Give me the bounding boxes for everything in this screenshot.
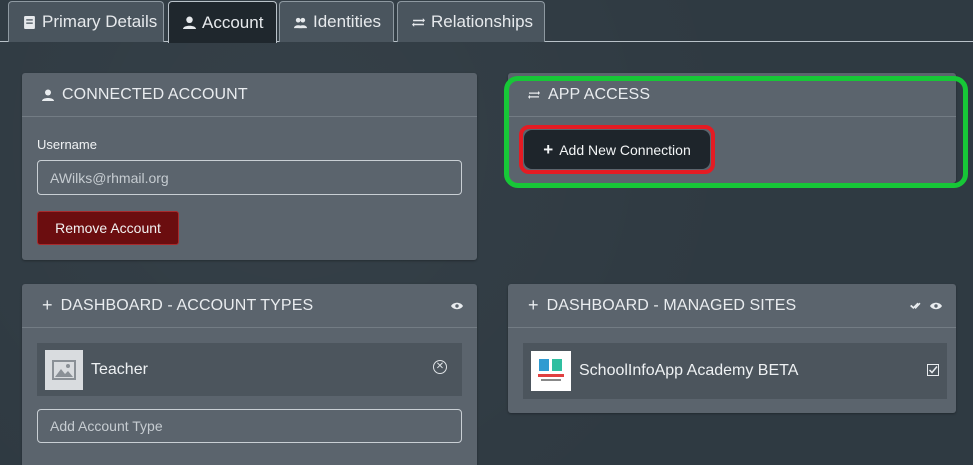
account-types-panel: + DASHBOARD - ACCOUNT TYPES Teacher ✕ Ad… — [22, 284, 477, 465]
panel-header: + DASHBOARD - ACCOUNT TYPES — [22, 284, 477, 328]
user-icon — [183, 16, 196, 29]
header-icons — [451, 300, 463, 312]
plus-icon: + — [543, 139, 554, 159]
managed-site-label: SchoolInfoApp Academy BETA — [579, 362, 799, 379]
username-label: Username — [37, 137, 97, 152]
tab-relationships[interactable]: Relationships — [397, 1, 545, 42]
add-new-connection-button[interactable]: + Add New Connection — [524, 130, 710, 169]
tab-primary-details[interactable]: Primary Details — [8, 1, 164, 42]
double-check-icon[interactable] — [910, 300, 922, 312]
managed-sites-panel: + DASHBOARD - MANAGED SITES SchoolInfoAp… — [508, 284, 956, 413]
school-logo-icon — [531, 351, 571, 391]
list-item: SchoolInfoApp Academy BETA — [523, 343, 947, 399]
eye-icon[interactable] — [930, 300, 942, 312]
remove-circle-icon[interactable]: ✕ — [433, 360, 447, 374]
connected-account-panel: CONNECTED ACCOUNT Username AWilks@rhmail… — [22, 73, 477, 260]
panel-title: DASHBOARD - ACCOUNT TYPES — [60, 296, 314, 314]
add-account-type-input[interactable]: Add Account Type — [37, 409, 462, 443]
eye-icon[interactable] — [451, 300, 463, 312]
tab-label: Account — [202, 12, 264, 32]
tab-label: Primary Details — [42, 12, 158, 31]
plus-icon: + — [42, 295, 53, 315]
document-icon — [24, 15, 35, 29]
username-field[interactable]: AWilks@rhmail.org — [37, 160, 462, 195]
users-icon — [294, 17, 307, 28]
tab-label: Relationships — [431, 12, 534, 31]
tab-identities[interactable]: Identities — [279, 1, 394, 42]
panel-title: DASHBOARD - MANAGED SITES — [546, 296, 797, 314]
header-icons — [910, 300, 942, 312]
image-placeholder-icon — [45, 349, 83, 390]
list-item: Teacher ✕ — [37, 343, 462, 396]
account-type-label: Teacher — [91, 360, 148, 378]
remove-account-button[interactable]: Remove Account — [37, 211, 179, 245]
user-icon — [42, 89, 54, 101]
panel-header: + DASHBOARD - MANAGED SITES — [508, 284, 956, 328]
panel-title: CONNECTED ACCOUNT — [62, 85, 248, 103]
checkbox-checked-icon[interactable] — [927, 364, 939, 376]
tab-bar: Primary Details Account Identities Relat… — [0, 0, 973, 43]
panel-header: CONNECTED ACCOUNT — [22, 73, 477, 117]
plus-icon: + — [528, 295, 539, 315]
tab-account[interactable]: Account — [168, 1, 277, 43]
button-label: Add New Connection — [559, 141, 691, 158]
tab-label: Identities — [313, 12, 382, 31]
swap-icon — [412, 17, 425, 27]
